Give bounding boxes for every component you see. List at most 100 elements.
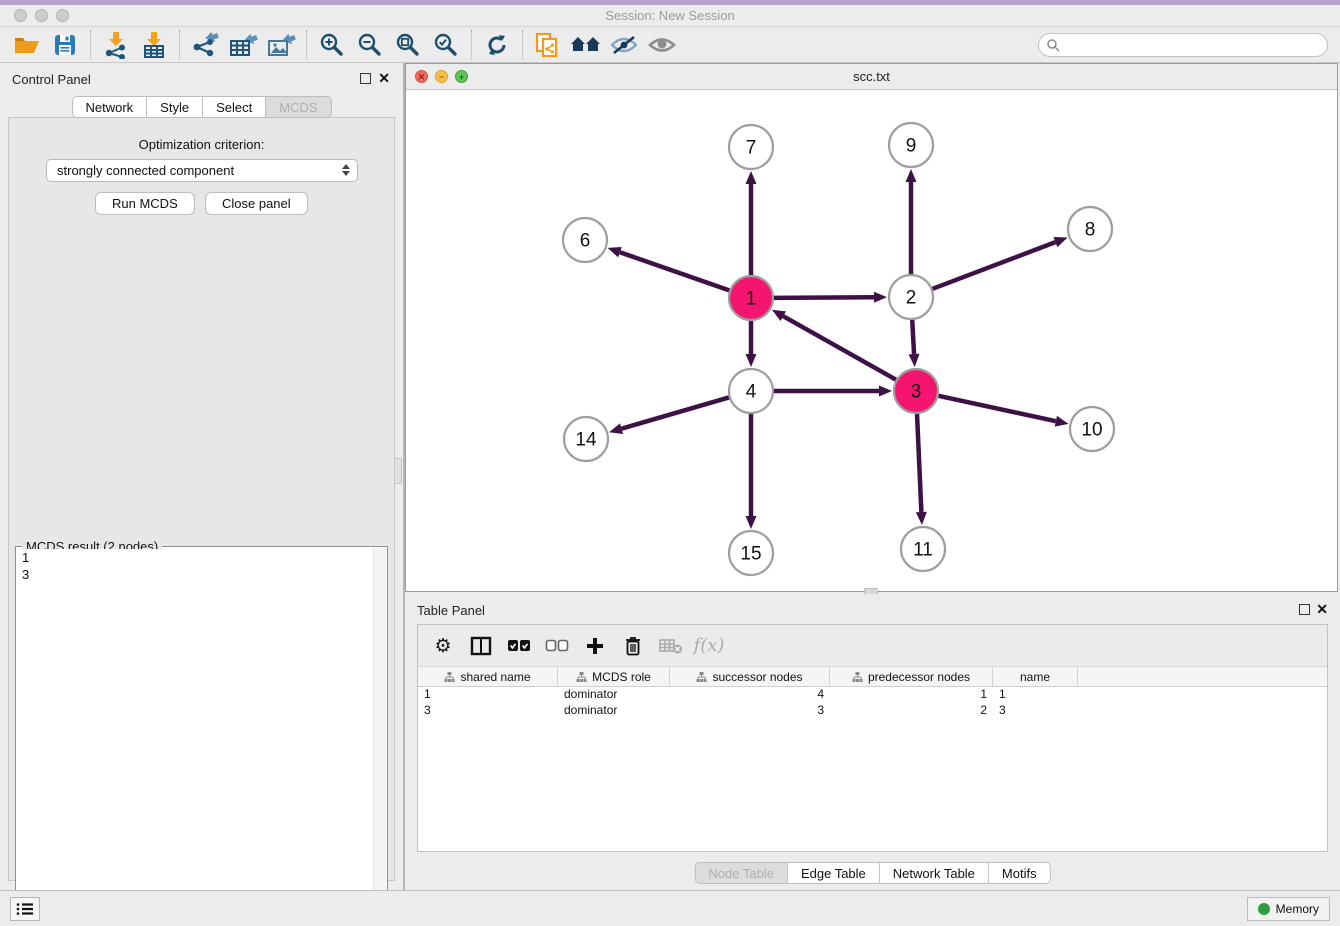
edge-2-8[interactable] (933, 242, 1056, 289)
create-column-button[interactable] (578, 630, 612, 662)
close-table-panel-icon[interactable]: ✕ (1316, 600, 1328, 618)
toolbar-separator (306, 30, 307, 60)
column-label: successor nodes (712, 670, 802, 684)
home-layout-button[interactable] (567, 29, 605, 61)
edge-4-14[interactable] (622, 397, 729, 428)
hierarchy-icon (444, 672, 455, 682)
toggle-visibility-button[interactable] (605, 29, 643, 61)
cell-shared-name[interactable]: 3 (418, 703, 558, 719)
result-line: 3 (22, 566, 371, 583)
tab-edge-table[interactable]: Edge Table (788, 862, 880, 884)
show-graphics-button[interactable] (643, 29, 681, 61)
edge-1-6[interactable] (620, 252, 729, 290)
cell-predecessor-nodes[interactable]: 1 (830, 687, 993, 703)
function-builder-button[interactable]: f(x) (692, 630, 726, 662)
node-table-container: ⚙ (417, 624, 1328, 852)
result-scrollbar[interactable] (373, 548, 386, 924)
cell-successor-nodes[interactable]: 4 (670, 687, 830, 703)
run-mcds-button[interactable]: Run MCDS (95, 192, 195, 215)
memory-button[interactable]: Memory (1247, 897, 1330, 921)
cell-mcds-role[interactable]: dominator (558, 703, 670, 719)
network-graph[interactable]: 7968124314101511 (406, 90, 1337, 591)
tab-mcds[interactable]: MCDS (266, 96, 331, 118)
zoom-selected-button[interactable] (427, 29, 465, 61)
graph-node-label: 7 (746, 138, 757, 159)
float-panel-icon[interactable] (360, 73, 371, 84)
trash-icon (624, 636, 642, 656)
tab-select[interactable]: Select (203, 96, 266, 118)
zoom-out-button[interactable] (351, 29, 389, 61)
show-columns-button[interactable] (464, 630, 498, 662)
app-title: Session: New Session (0, 8, 1340, 23)
search-input[interactable] (1038, 33, 1328, 57)
main-toolbar (0, 27, 1340, 63)
export-network-button[interactable] (186, 29, 224, 61)
zoom-out-icon (357, 32, 383, 58)
delete-column-button[interactable] (616, 630, 650, 662)
tab-node-table[interactable]: Node Table (694, 862, 788, 884)
import-network-button[interactable] (97, 29, 135, 61)
float-table-panel-icon[interactable] (1299, 604, 1310, 615)
column-header-shared-name[interactable]: shared name (418, 667, 558, 687)
zoom-selected-icon (433, 32, 459, 58)
graph-node-label: 15 (740, 544, 761, 565)
table-row[interactable]: 3 dominator 3 2 3 (418, 703, 1327, 719)
tab-network-table[interactable]: Network Table (880, 862, 989, 884)
task-history-button[interactable] (10, 897, 40, 921)
tab-network[interactable]: Network (71, 96, 147, 118)
application-window: Session: New Session (0, 0, 1340, 926)
arrowhead-icon (746, 354, 757, 367)
export-image-button[interactable] (262, 29, 300, 61)
status-bar: Memory (0, 890, 1340, 926)
network-view-window: ✕ − + scc.txt 7968124314101511 (405, 63, 1338, 592)
copy-network-button[interactable] (529, 29, 567, 61)
cell-name[interactable]: 3 (993, 703, 1078, 719)
column-header-predecessor-nodes[interactable]: predecessor nodes (830, 667, 993, 687)
memory-label: Memory (1276, 902, 1319, 916)
table-row[interactable]: 1 dominator 4 1 1 (418, 687, 1327, 703)
import-table-button[interactable] (135, 29, 173, 61)
mcds-result-group: MCDS result (2 nodes) 1 3 (15, 546, 388, 926)
cell-name[interactable]: 1 (993, 687, 1078, 703)
tab-motifs[interactable]: Motifs (989, 862, 1051, 884)
control-panel-header: Control Panel ✕ (0, 63, 403, 95)
table-settings-button[interactable]: ⚙ (426, 630, 460, 662)
node-table: shared name MCDS role successor nodes pr… (418, 667, 1327, 719)
save-session-button[interactable] (46, 29, 84, 61)
column-label: MCDS role (592, 670, 651, 684)
edge-3-11[interactable] (917, 414, 921, 512)
cell-mcds-role[interactable]: dominator (558, 687, 670, 703)
close-panel-icon[interactable]: ✕ (378, 69, 390, 87)
refresh-button[interactable] (478, 29, 516, 61)
graph-node-label: 2 (906, 288, 917, 309)
arrowhead-icon (874, 292, 887, 303)
edge-3-1[interactable] (783, 316, 896, 380)
zoom-fit-button[interactable] (389, 29, 427, 61)
open-session-button[interactable] (8, 29, 46, 61)
column-header-name[interactable]: name (993, 667, 1078, 687)
deselect-all-columns-button[interactable] (540, 630, 574, 662)
close-panel-button[interactable]: Close panel (205, 192, 308, 215)
export-table-button[interactable] (224, 29, 262, 61)
import-table-icon (141, 31, 167, 59)
delete-table-button[interactable] (654, 630, 688, 662)
column-header-mcds-role[interactable]: MCDS role (558, 667, 670, 687)
criterion-dropdown[interactable]: strongly connected component (46, 159, 358, 182)
zoom-in-icon (319, 32, 345, 58)
select-all-columns-button[interactable] (502, 630, 536, 662)
network-window-titlebar[interactable]: ✕ − + scc.txt (406, 64, 1337, 90)
cell-shared-name[interactable]: 1 (418, 687, 558, 703)
table-panel-title: Table Panel (417, 603, 485, 618)
splitter-handle[interactable] (394, 458, 402, 484)
toolbar-separator (522, 30, 523, 60)
edge-1-2[interactable] (774, 297, 874, 298)
arrowhead-icon (909, 354, 920, 367)
column-header-successor-nodes[interactable]: successor nodes (670, 667, 830, 687)
cell-predecessor-nodes[interactable]: 2 (830, 703, 993, 719)
tab-style[interactable]: Style (147, 96, 203, 118)
edge-3-10[interactable] (938, 396, 1055, 421)
cell-successor-nodes[interactable]: 3 (670, 703, 830, 719)
zoom-in-button[interactable] (313, 29, 351, 61)
edge-2-3[interactable] (912, 320, 914, 354)
mcds-result-text[interactable]: 1 3 (22, 549, 371, 923)
